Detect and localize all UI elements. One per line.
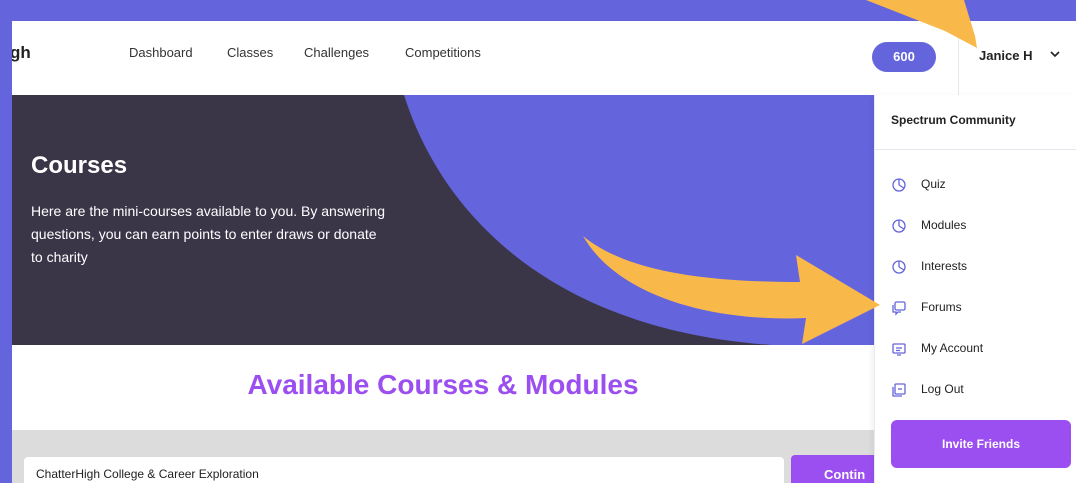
user-dropdown-menu: Spectrum Community Quiz Modules Interest…: [874, 95, 1076, 483]
hero-banner: Courses Here are the mini-courses availa…: [12, 95, 874, 345]
logout-icon: [892, 383, 906, 397]
menu-item-label: Interests: [921, 259, 968, 273]
nav-dashboard[interactable]: Dashboard: [129, 45, 193, 60]
nav-classes[interactable]: Classes: [227, 45, 273, 60]
chat-bubbles-icon: [892, 301, 906, 316]
top-navigation: gh Dashboard Classes Challenges Competit…: [12, 21, 1076, 95]
menu-item-my-account[interactable]: My Account: [875, 334, 1076, 364]
pie-chart-icon: [892, 260, 906, 274]
course-title: ChatterHigh College & Career Exploration: [36, 467, 259, 481]
nav-challenges[interactable]: Challenges: [304, 45, 369, 60]
menu-item-modules[interactable]: Modules: [875, 211, 1076, 241]
pie-chart-icon: [892, 219, 906, 233]
chevron-down-icon: [1049, 48, 1061, 63]
menu-item-forums[interactable]: Forums: [875, 293, 1076, 323]
course-card[interactable]: ChatterHigh College & Career Exploration: [24, 457, 784, 483]
pie-chart-icon: [892, 178, 906, 192]
available-courses-heading: Available Courses & Modules: [247, 369, 639, 400]
account-icon: [892, 343, 906, 356]
menu-title: Spectrum Community: [891, 113, 1016, 127]
menu-item-label: Log Out: [921, 382, 964, 396]
invite-friends-button[interactable]: Invite Friends: [891, 420, 1071, 468]
menu-item-log-out[interactable]: Log Out: [875, 375, 1076, 405]
hero-description: Here are the mini-courses available to y…: [31, 203, 386, 265]
user-name: Janice H: [979, 48, 1033, 63]
menu-item-label: Forums: [921, 300, 962, 314]
menu-item-label: My Account: [921, 341, 984, 355]
menu-item-quiz[interactable]: Quiz: [875, 170, 1076, 200]
menu-item-label: Quiz: [921, 177, 946, 191]
menu-item-label: Modules: [921, 218, 967, 232]
menu-item-interests[interactable]: Interests: [875, 252, 1076, 282]
logo[interactable]: gh: [12, 43, 31, 63]
user-menu-toggle[interactable]: Janice H: [958, 21, 1076, 95]
app-window: gh Dashboard Classes Challenges Competit…: [12, 21, 1076, 483]
page-title: Courses: [31, 152, 128, 179]
nav-competitions[interactable]: Competitions: [405, 45, 481, 60]
menu-divider: [875, 149, 1076, 150]
points-badge[interactable]: 600: [872, 42, 936, 72]
